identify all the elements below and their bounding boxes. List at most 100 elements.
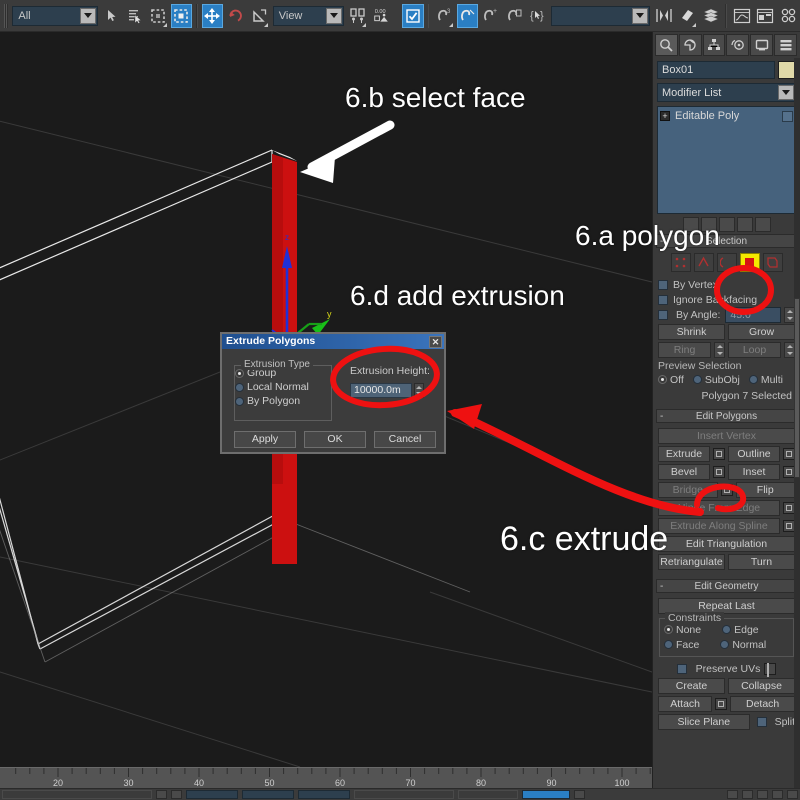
key-mode-button[interactable]: [156, 790, 167, 799]
outline-button[interactable]: Outline: [728, 446, 780, 462]
mirror-button[interactable]: [653, 3, 675, 28]
close-icon[interactable]: ✕: [429, 335, 442, 348]
auto-key-button[interactable]: [171, 790, 182, 799]
layer-manager-button[interactable]: [699, 3, 722, 28]
chevron-down-icon[interactable]: [778, 85, 794, 100]
chevron-down-icon[interactable]: [325, 7, 342, 24]
object-name-field[interactable]: Box01: [657, 61, 775, 79]
by-angle-checkbox[interactable]: [658, 309, 668, 320]
set-key-button[interactable]: [574, 790, 585, 799]
extrusion-height-field[interactable]: 10000.0m: [350, 383, 412, 398]
select-object-button[interactable]: [100, 3, 122, 28]
snaps-toggle-button[interactable]: 3: [433, 3, 455, 28]
use-center-button[interactable]: [346, 3, 369, 28]
edit-triangulation-button[interactable]: Edit Triangulation: [658, 536, 795, 552]
constraint-face-radio[interactable]: [664, 640, 673, 649]
expand-plus-icon[interactable]: +: [660, 111, 670, 121]
make-unique-icon[interactable]: [718, 217, 735, 232]
detach-button[interactable]: Detach: [730, 696, 795, 712]
insert-vertex-button[interactable]: Insert Vertex: [658, 428, 795, 444]
extrude-settings-button[interactable]: [713, 448, 725, 460]
selection-filter-combo[interactable]: All: [12, 5, 98, 26]
command-panel-scrollbar[interactable]: [794, 58, 800, 800]
by-vertex-checkbox[interactable]: [658, 279, 668, 290]
cancel-button[interactable]: Cancel: [374, 431, 436, 448]
edit-geometry-rollout-header[interactable]: - Edit Geometry: [656, 579, 797, 593]
preview-off-radio[interactable]: [658, 375, 667, 384]
edit-polygons-rollout-header[interactable]: - Edit Polygons: [656, 409, 797, 423]
hinge-from-edge-button[interactable]: Hinge From Edge: [658, 500, 780, 516]
create-button[interactable]: Create: [658, 678, 725, 694]
extrusion-height-spinner[interactable]: [414, 383, 424, 398]
extrude-along-spline-button[interactable]: Extrude Along Spline: [658, 518, 780, 534]
transform-y-field[interactable]: [242, 790, 294, 799]
bridge-button[interactable]: Bridge: [658, 482, 718, 498]
by-angle-row[interactable]: By Angle: 45.0: [658, 306, 795, 323]
preview-subobj-radio[interactable]: [692, 375, 702, 384]
slice-plane-button[interactable]: Slice Plane: [658, 714, 750, 730]
angle-snap-button[interactable]: [456, 3, 479, 28]
grow-button[interactable]: Grow: [728, 324, 795, 340]
ok-button[interactable]: OK: [304, 431, 366, 448]
extrusion-type-local-normal-radio[interactable]: [235, 382, 244, 392]
select-and-move-button[interactable]: [201, 3, 224, 28]
ring-spinner[interactable]: [714, 342, 725, 358]
turn-button[interactable]: Turn: [728, 554, 795, 570]
inset-button[interactable]: Inset: [728, 464, 780, 480]
constraint-normal-radio[interactable]: [720, 640, 730, 649]
ring-button[interactable]: Ring: [658, 342, 711, 358]
time-ruler[interactable]: 20 30 40 50 60 70 80 90 100: [0, 767, 652, 788]
bevel-button[interactable]: Bevel: [658, 464, 710, 480]
command-panel-tab-motion[interactable]: [726, 34, 750, 56]
preserve-uvs-checkbox[interactable]: [676, 663, 687, 674]
window-crossing-button[interactable]: [170, 3, 192, 28]
modifier-stack[interactable]: + Editable Poly: [657, 106, 796, 214]
remove-modifier-icon[interactable]: [736, 217, 753, 232]
key-filters-button[interactable]: [727, 790, 738, 799]
command-panel-tab-hierarchy[interactable]: [702, 34, 726, 56]
subobject-edge-button[interactable]: [693, 253, 714, 272]
ignore-backfacing-row[interactable]: Ignore Backfacing: [658, 292, 795, 307]
orbit-button[interactable]: [772, 790, 783, 799]
rectangular-selection-region-button[interactable]: [147, 3, 169, 28]
subobject-element-button[interactable]: [762, 253, 783, 272]
preserve-uvs-settings-button[interactable]: [764, 662, 777, 677]
extrude-polygons-dialog[interactable]: Extrude Polygons ✕ Extrusion Type Group …: [220, 332, 446, 454]
chevron-down-icon[interactable]: [79, 7, 96, 24]
extrusion-type-group-radio[interactable]: [235, 368, 244, 378]
maximize-viewport-button[interactable]: [787, 790, 798, 799]
spinner-snap-toggle-button[interactable]: [503, 3, 525, 28]
chevron-down-icon[interactable]: [632, 7, 649, 24]
bridge-settings-button[interactable]: [720, 484, 733, 496]
auto-key-toggle[interactable]: [522, 790, 570, 799]
collapse-button[interactable]: Collapse: [728, 678, 795, 694]
pan-view-button[interactable]: [757, 790, 768, 799]
transform-z-field[interactable]: [298, 790, 350, 799]
command-panel-scroll-thumb[interactable]: [794, 298, 800, 478]
extrusion-type-local-normal-option[interactable]: Local Normal: [235, 380, 331, 394]
command-panel-tab-utilities[interactable]: [774, 34, 797, 56]
align-button[interactable]: [676, 3, 698, 28]
select-and-rotate-button[interactable]: [225, 3, 247, 28]
command-panel-tab-modify[interactable]: [678, 34, 702, 56]
preview-multi-radio[interactable]: [748, 375, 758, 384]
material-editor-button[interactable]: [777, 3, 800, 28]
percent-snap-button[interactable]: [402, 3, 424, 28]
extrusion-type-by-polygon-radio[interactable]: [235, 396, 244, 406]
apply-button[interactable]: Apply: [234, 431, 296, 448]
named-selection-sets-combo[interactable]: [551, 5, 651, 26]
transform-x-field[interactable]: [186, 790, 238, 799]
modifier-list-combo[interactable]: Modifier List: [657, 83, 796, 102]
shrink-button[interactable]: Shrink: [658, 324, 725, 340]
subobject-polygon-button[interactable]: [739, 253, 760, 272]
ignore-backfacing-checkbox[interactable]: [658, 294, 668, 305]
edit-named-selection-sets-button[interactable]: { }: [526, 3, 549, 28]
attach-settings-button[interactable]: [715, 698, 728, 710]
select-and-scale-button[interactable]: [248, 3, 270, 28]
by-vertex-row[interactable]: By Vertex: [658, 277, 795, 292]
extrude-button[interactable]: Extrude: [658, 446, 710, 462]
split-checkbox[interactable]: [756, 717, 767, 727]
loop-button[interactable]: Loop: [728, 342, 781, 358]
zoom-extents-button[interactable]: [742, 790, 753, 799]
attach-button[interactable]: Attach: [658, 696, 713, 712]
